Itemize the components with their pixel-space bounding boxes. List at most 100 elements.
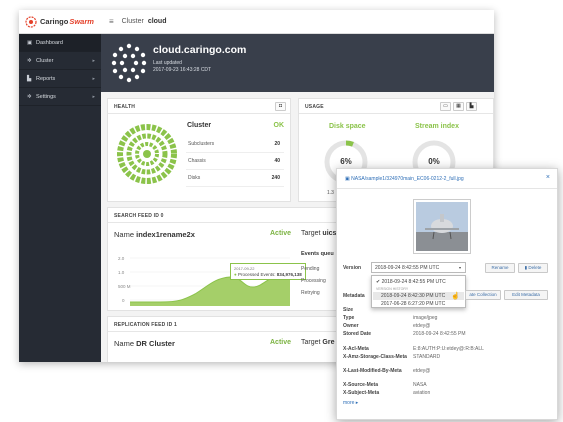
brand-logo[interactable]: Caringo Swarm — [19, 10, 101, 34]
search-feed-status: Active — [270, 230, 292, 237]
version-selected: 2018-09-24 8:42:55 PM UTC — [375, 265, 440, 271]
sidebar-item-label: Settings — [36, 93, 56, 100]
sidebar: ▣ Dashboard ✲ Cluster ▸ ▙ Reports ▸ ✲ Se… — [19, 34, 101, 362]
cluster-header: cloud.caringo.com Last updated 2017-09-2… — [101, 34, 494, 92]
top-bar: ≡ Cluster cloud — [101, 10, 494, 34]
version-option[interactable]: ✔ 2018-09-24 8:42:55 PM UTC — [376, 279, 446, 285]
stat-value: 20 — [274, 141, 280, 147]
search-feed-name: Name index1rename2x — [114, 230, 195, 239]
target-name: Gre — [322, 339, 335, 346]
image-icon: ▣ — [345, 176, 350, 182]
meta-value: etdey@ — [413, 368, 431, 374]
stream-index-label: Stream index — [415, 123, 459, 130]
version-option[interactable]: 2017-06-28 6:27:20 PM UTC — [381, 301, 445, 307]
disk-space-value: 6% — [340, 157, 352, 166]
chevron-right-icon: ▸ — [92, 93, 95, 100]
meta-key: X-Subject-Meta — [343, 390, 380, 396]
stat-value: 240 — [271, 175, 280, 181]
name-prefix: Name — [114, 230, 135, 239]
breadcrumb-prefix: Cluster — [121, 18, 144, 25]
meta-value: E:8:AUTH:P:U:etdey@:R:B:ALL — [413, 346, 484, 352]
delete-button[interactable]: ▮ Delete — [518, 263, 548, 273]
replication-feed-name: Name DR Cluster — [114, 339, 175, 348]
health-title: HEALTH — [108, 99, 290, 114]
feed-name: DR Cluster — [136, 339, 175, 348]
version-dropdown-list: ✔ 2018-09-24 8:42:55 PM UTC VERSION HIST… — [371, 275, 466, 308]
sidebar-item-label: Dashboard — [36, 39, 63, 46]
grid-icon[interactable]: ▦ — [453, 102, 464, 111]
trash-icon: ▮ — [524, 265, 528, 270]
hamburger-icon[interactable]: ≡ — [109, 17, 114, 26]
aircraft-thumbnail-icon — [416, 202, 468, 251]
field-value: etdey@ — [413, 323, 431, 329]
bar-chart-icon[interactable]: ▙ — [466, 102, 477, 111]
brand-name: Caringo — [40, 17, 69, 26]
last-updated-label: Last updated — [153, 60, 182, 66]
field-key: Owner — [343, 323, 359, 329]
chevron-right-icon: ▸ — [92, 57, 95, 64]
camera-icon[interactable]: ◘ — [275, 102, 286, 111]
sidebar-item-reports[interactable]: ▙ Reports ▸ — [19, 70, 101, 88]
field-key: Type — [343, 315, 355, 321]
meta-key: X-Amz-Storage-Class-Meta — [343, 354, 407, 360]
tooltip-date: 2017-09-22 — [234, 266, 255, 271]
meta-value: aviation — [413, 390, 431, 396]
stat-row-chassis: Chassis 40 — [186, 153, 284, 170]
events-row: Retrying — [301, 290, 320, 296]
field-key: Stored Date — [343, 331, 372, 337]
collection-button[interactable]: ate Collection — [465, 290, 501, 300]
events-queue-label: Events queu — [301, 251, 334, 257]
chevron-right-icon: ▸ — [92, 75, 95, 82]
image-thumbnail[interactable] — [413, 199, 471, 254]
popup-title[interactable]: NASA/sample1/324970main_EC06-0212-2_full… — [351, 176, 464, 182]
stat-label: Chassis — [188, 158, 206, 164]
edit-metadata-button[interactable]: Edit Metadata — [504, 290, 548, 300]
window-icon[interactable]: ▭ — [440, 102, 451, 111]
popup-header: ▣ NASA/sample1/324970main_EC06-0212-2_fu… — [337, 169, 557, 189]
metadata-label: Metadata — [343, 293, 365, 299]
health-radial-icon — [117, 124, 177, 184]
cluster-name: cloud.caringo.com — [153, 44, 247, 56]
cluster-status: OK — [273, 122, 285, 129]
stat-label: Disks — [188, 175, 201, 181]
y-tick-label: 2.0 — [118, 256, 125, 261]
sidebar-item-label: Reports — [36, 75, 56, 82]
version-select[interactable]: 2018-09-24 8:42:55 PM UTC ▾ — [371, 262, 466, 273]
caringo-logo-icon — [25, 15, 37, 28]
stat-row-disks: Disks 240 — [186, 170, 284, 187]
delete-label: Delete — [528, 265, 542, 270]
y-tick-label: 1.0 — [118, 270, 125, 275]
sidebar-item-settings[interactable]: ✲ Settings ▸ — [19, 88, 101, 106]
hand-cursor-icon: ☝ — [451, 293, 460, 300]
rename-button[interactable]: Rename — [485, 263, 515, 273]
gear-icon: ✲ — [27, 93, 32, 100]
field-value: 2018-09-24 8:42:55 PM — [413, 331, 466, 337]
breadcrumb-cluster: cloud — [147, 18, 167, 25]
cluster-dots-icon — [111, 43, 147, 83]
stream-index-value: 0% — [428, 157, 440, 166]
version-label: Version — [343, 265, 362, 271]
brand-product: Swarm — [69, 17, 94, 26]
target-name: uics — [322, 230, 337, 237]
more-link[interactable]: more ▸ — [343, 400, 358, 406]
field-key: Size — [343, 307, 354, 313]
version-option[interactable]: 2018-09-24 8:42:30 PM UTC — [381, 293, 445, 299]
usage-footnote: 1.3 — [327, 190, 334, 196]
gear-icon: ✲ — [27, 57, 32, 64]
feed-name: index1rename2x — [136, 230, 195, 239]
meta-value: NASA — [413, 382, 427, 388]
replication-feed-status: Active — [270, 339, 292, 346]
check-icon: ✔ — [376, 279, 381, 285]
sidebar-item-label: Cluster — [36, 57, 54, 64]
search-feed-target: Target uics — [301, 230, 336, 237]
sidebar-item-cluster[interactable]: ✲ Cluster ▸ — [19, 52, 101, 70]
tooltip-series: ● Processed Events: 834,976,138 — [234, 272, 302, 277]
close-icon[interactable]: × — [546, 174, 550, 181]
last-updated-timestamp: 2017-09-23 16:43:28 CDT — [153, 67, 212, 73]
bar-chart-icon: ▙ — [27, 75, 32, 82]
disk-space-label: Disk space — [329, 123, 366, 130]
object-detail-popup: ▣ NASA/sample1/324970main_EC06-0212-2_fu… — [336, 168, 558, 420]
chevron-down-icon: ▾ — [458, 265, 461, 270]
sidebar-item-dashboard[interactable]: ▣ Dashboard — [19, 34, 101, 52]
tooltip-label: Processed Events: — [237, 272, 276, 277]
